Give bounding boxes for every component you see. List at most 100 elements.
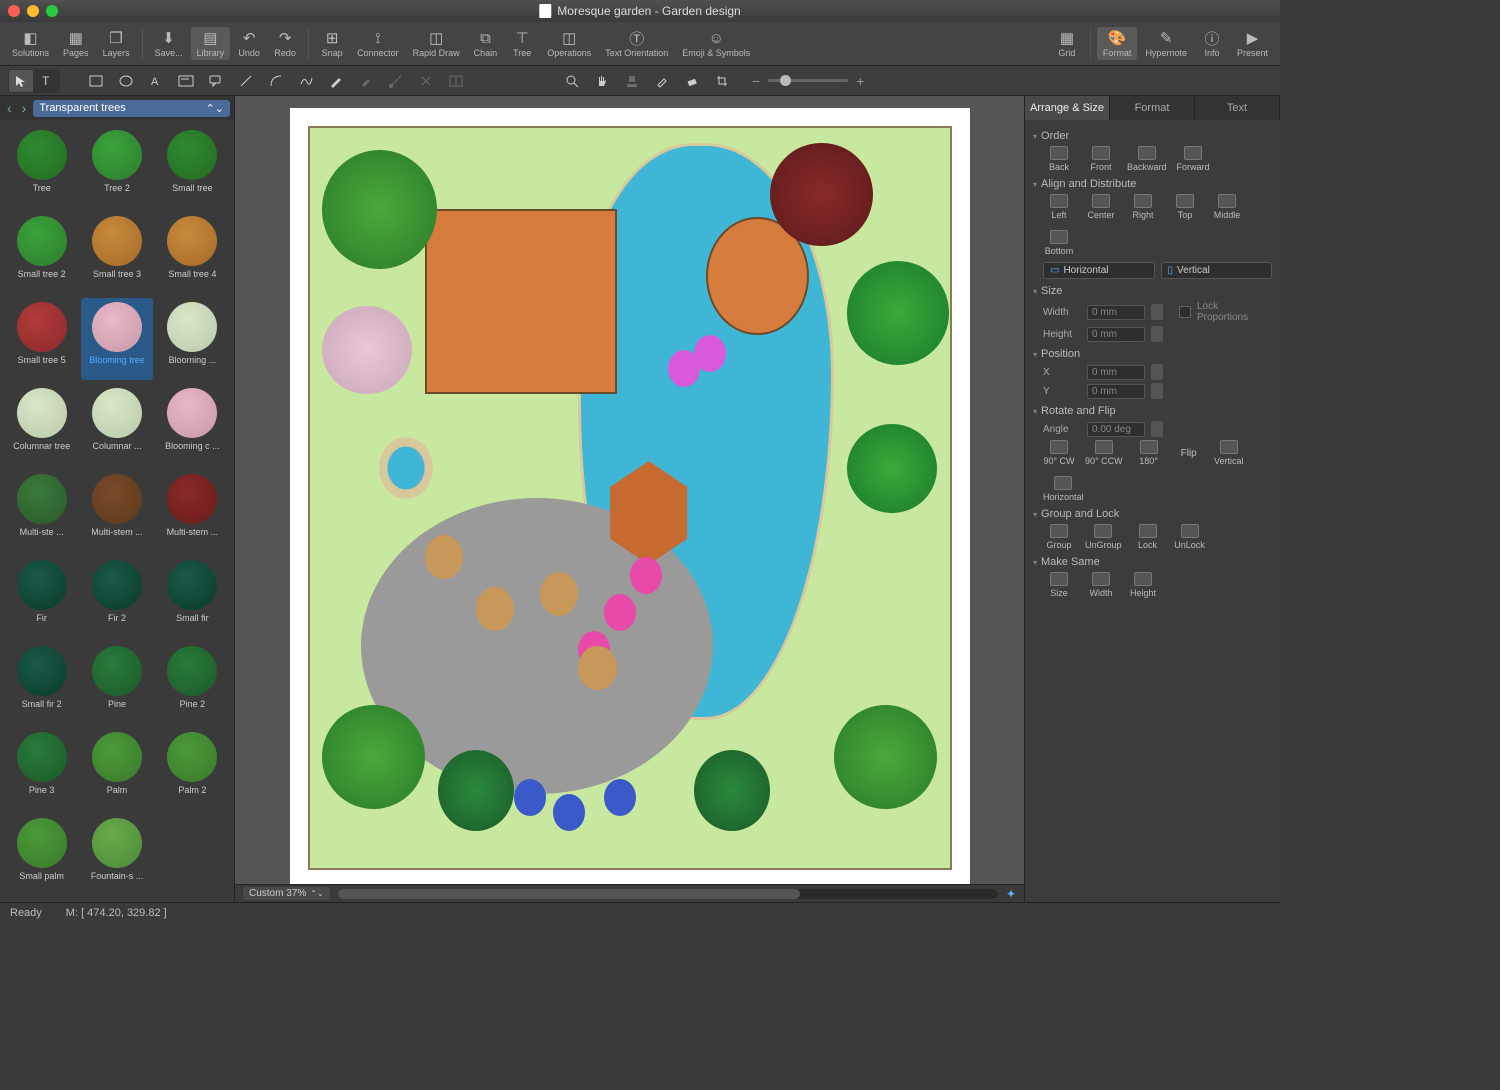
connector-tool[interactable] <box>384 70 408 92</box>
library-item[interactable]: Small tree 5 <box>6 298 77 380</box>
toolbar-text-orientation[interactable]: ⓉText Orientation <box>599 27 674 60</box>
zoom-tool[interactable] <box>560 70 584 92</box>
toolbar-redo[interactable]: ↷Redo <box>268 27 302 60</box>
inspector-tab-arrange-size[interactable]: Arrange & Size <box>1025 96 1110 120</box>
group-button[interactable]: Group <box>1043 524 1075 550</box>
angle-input[interactable] <box>1087 422 1145 437</box>
toolbar-emoji[interactable]: ☺Emoji & Symbols <box>676 27 756 60</box>
angle-stepper[interactable] <box>1151 421 1163 437</box>
zoom-out-icon[interactable]: − <box>752 73 760 89</box>
center-button[interactable]: Center <box>1085 194 1117 220</box>
eraser-tool[interactable] <box>680 70 704 92</box>
library-item[interactable]: Small tree 2 <box>6 212 77 294</box>
crop-tool[interactable] <box>710 70 734 92</box>
library-item[interactable]: Multi-ste ... <box>6 470 77 552</box>
section-position[interactable]: Position <box>1033 348 1272 360</box>
library-item[interactable]: Columnar ... <box>81 384 152 466</box>
scissors-tool[interactable] <box>414 70 438 92</box>
lock-button[interactable]: Lock <box>1132 524 1164 550</box>
callout-tool[interactable] <box>204 70 228 92</box>
zoom-combo[interactable]: Custom 37% ⌃⌄ <box>243 887 330 900</box>
library-back[interactable]: ‹ <box>4 100 15 116</box>
rect-tool[interactable] <box>84 70 108 92</box>
library-item[interactable]: Fountain-s ... <box>81 814 152 896</box>
library-item[interactable]: Small tree 3 <box>81 212 152 294</box>
library-item[interactable]: Palm 2 <box>157 728 228 810</box>
size-button[interactable]: Size <box>1043 572 1075 598</box>
maximize-window[interactable] <box>46 5 58 17</box>
toolbar-rapid-draw[interactable]: ◫Rapid Draw <box>407 27 466 60</box>
library-forward[interactable]: › <box>19 100 30 116</box>
library-item[interactable]: Blooming c ... <box>157 384 228 466</box>
library-item[interactable]: Small palm <box>6 814 77 896</box>
arc-tool[interactable] <box>264 70 288 92</box>
90-ccw-button[interactable]: 90° CCW <box>1085 440 1123 466</box>
pencil-tool[interactable] <box>324 70 348 92</box>
library-item[interactable]: Small tree <box>157 126 228 208</box>
toolbar-format[interactable]: 🎨Format <box>1097 27 1138 60</box>
toolbar-operations[interactable]: ◫Operations <box>541 27 597 60</box>
ellipse-tool[interactable] <box>114 70 138 92</box>
add-page-icon[interactable]: ✦ <box>1006 887 1016 901</box>
inspector-tab-text[interactable]: Text <box>1195 96 1280 120</box>
backward-button[interactable]: Backward <box>1127 146 1167 172</box>
canvas-viewport[interactable] <box>235 96 1024 884</box>
90-cw-button[interactable]: 90° CW <box>1043 440 1075 466</box>
section-rotate[interactable]: Rotate and Flip <box>1033 405 1272 417</box>
library-item[interactable]: Small tree 4 <box>157 212 228 294</box>
toolbar-layers[interactable]: ❒Layers <box>97 27 136 60</box>
width-button[interactable]: Width <box>1085 572 1117 598</box>
hand-tool[interactable] <box>590 70 614 92</box>
toolbar-pages[interactable]: ▦Pages <box>57 27 95 60</box>
library-item[interactable]: Fir 2 <box>81 556 152 638</box>
flip-vertical-button[interactable]: Vertical <box>1213 440 1245 466</box>
zoom-in-icon[interactable]: + <box>856 73 864 89</box>
library-item[interactable]: Pine 3 <box>6 728 77 810</box>
180--button[interactable]: 180° <box>1133 440 1165 466</box>
ungroup-button[interactable]: UnGroup <box>1085 524 1122 550</box>
back-button[interactable]: Back <box>1043 146 1075 172</box>
table-tool[interactable] <box>444 70 468 92</box>
section-make-same[interactable]: Make Same <box>1033 556 1272 568</box>
section-size[interactable]: Size <box>1033 285 1272 297</box>
library-item[interactable]: Small fir 2 <box>6 642 77 724</box>
toolbar-save[interactable]: ⬇Save... <box>149 27 189 60</box>
toolbar-grid[interactable]: ▦Grid <box>1050 27 1084 60</box>
stamp-tool[interactable] <box>620 70 644 92</box>
spline-tool[interactable] <box>294 70 318 92</box>
section-align[interactable]: Align and Distribute <box>1033 178 1272 190</box>
width-input[interactable] <box>1087 305 1145 320</box>
library-item[interactable]: Fir <box>6 556 77 638</box>
top-button[interactable]: Top <box>1169 194 1201 220</box>
canvas-page[interactable] <box>290 108 970 884</box>
toolbar-hypernote[interactable]: ✎Hypernote <box>1139 27 1193 60</box>
right-button[interactable]: Right <box>1127 194 1159 220</box>
zoom-slider[interactable]: − + <box>752 73 864 89</box>
toolbar-present[interactable]: ▶Present <box>1231 27 1274 60</box>
section-group[interactable]: Group and Lock <box>1033 508 1272 520</box>
front-button[interactable]: Front <box>1085 146 1117 172</box>
toolbar-snap[interactable]: ⊞Snap <box>315 27 349 60</box>
library-item[interactable]: Columnar tree <box>6 384 77 466</box>
library-item[interactable]: Pine <box>81 642 152 724</box>
bottom-button[interactable]: Bottom <box>1043 230 1075 256</box>
y-stepper[interactable] <box>1151 383 1163 399</box>
left-button[interactable]: Left <box>1043 194 1075 220</box>
library-item[interactable]: Blooming tree <box>81 298 152 380</box>
library-item[interactable]: Multi-stem ... <box>157 470 228 552</box>
lock-proportions-check[interactable] <box>1179 306 1191 318</box>
library-item[interactable]: Pine 2 <box>157 642 228 724</box>
height-stepper[interactable] <box>1151 326 1163 342</box>
width-stepper[interactable] <box>1151 304 1163 320</box>
toolbar-tree[interactable]: ⊤Tree <box>505 27 539 60</box>
toolbar-undo[interactable]: ↶Undo <box>232 27 266 60</box>
text-shape-tool[interactable]: A <box>144 70 168 92</box>
middle-button[interactable]: Middle <box>1211 194 1243 220</box>
library-item[interactable]: Palm <box>81 728 152 810</box>
toolbar-library[interactable]: ▤Library <box>191 27 231 60</box>
library-item[interactable]: Tree 2 <box>81 126 152 208</box>
close-window[interactable] <box>8 5 20 17</box>
x-stepper[interactable] <box>1151 364 1163 380</box>
text-tool[interactable]: T <box>35 70 59 92</box>
height-button[interactable]: Height <box>1127 572 1159 598</box>
